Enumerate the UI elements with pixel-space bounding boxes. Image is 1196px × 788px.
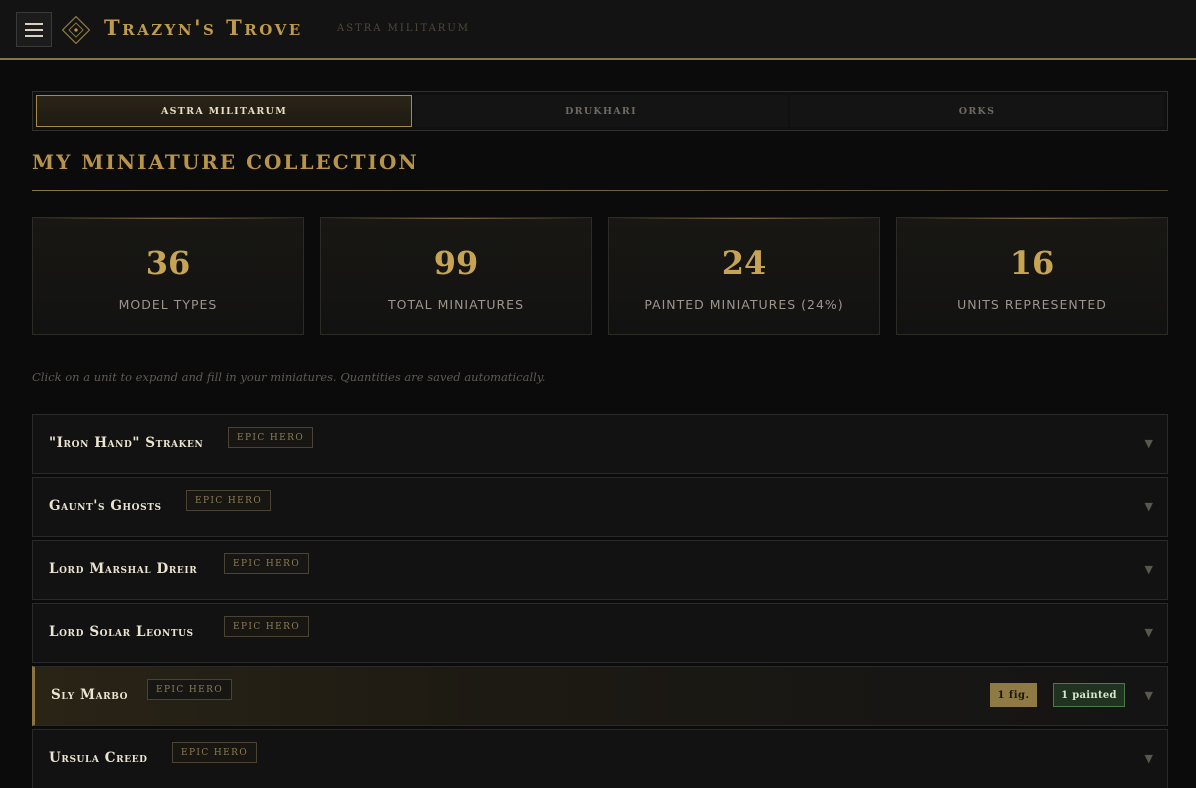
figure-count-badge: 1 fig. [990,683,1037,707]
faction-tabs: ASTRA MILITARUM DRUKHARI ORKS [32,91,1168,131]
painted-count-badge: 1 painted [1053,683,1125,707]
chevron-down-icon[interactable]: ▼ [1145,437,1153,450]
stat-value: 99 [433,244,479,282]
tab-orks[interactable]: ORKS [790,95,1164,127]
stat-label: MODEL TYPES [118,297,218,312]
stat-label: PAINTED MINIATURES (24%) [644,297,844,312]
unit-row-lord-solar-leontus[interactable]: Lord Solar Leontus EPIC HERO ▼ [32,603,1168,663]
unit-name: Sly Marbo [51,687,129,703]
diamond-emblem-icon [62,16,90,44]
hamburger-icon [25,22,43,25]
unit-name: "Iron Hand" Straken [49,435,204,451]
unit-row-sly-marbo[interactable]: Sly Marbo EPIC HERO 1 fig. 1 painted ▼ [32,666,1168,726]
unit-row-gaunts-ghosts[interactable]: Gaunt's Ghosts EPIC HERO ▼ [32,477,1168,537]
epic-hero-badge: EPIC HERO [172,742,258,763]
unit-row-iron-hand-straken[interactable]: "Iron Hand" Straken EPIC HERO ▼ [32,414,1168,474]
chevron-down-icon[interactable]: ▼ [1145,752,1153,765]
unit-row-ursula-creed[interactable]: Ursula Creed EPIC HERO ▼ [32,729,1168,788]
unit-name: Lord Solar Leontus [49,624,194,640]
menu-button[interactable] [16,12,52,47]
stat-card-total-miniatures: 99 TOTAL MINIATURES [320,217,592,335]
top-bar: Trazyn's Trove ASTRA MILITARUM [0,0,1196,60]
unit-row-lord-marshal-dreir[interactable]: Lord Marshal Dreir EPIC HERO ▼ [32,540,1168,600]
tab-drukhari[interactable]: DRUKHARI [414,95,788,127]
epic-hero-badge: EPIC HERO [224,553,310,574]
unit-name: Ursula Creed [49,750,148,766]
title-divider [32,190,1168,191]
epic-hero-badge: EPIC HERO [224,616,310,637]
page-title: MY MINIATURE COLLECTION [32,150,419,174]
tab-astra-militarum[interactable]: ASTRA MILITARUM [36,95,412,127]
unit-name: Gaunt's Ghosts [49,498,162,514]
epic-hero-badge: EPIC HERO [228,427,314,448]
stat-value: 16 [1009,244,1055,282]
stat-card-model-types: 36 MODEL TYPES [32,217,304,335]
chevron-down-icon[interactable]: ▼ [1145,626,1153,639]
stat-label: TOTAL MINIATURES [387,297,525,312]
instruction-text: Click on a unit to expand and fill in yo… [32,370,546,384]
app-title: Trazyn's Trove [104,15,303,40]
epic-hero-badge: EPIC HERO [186,490,272,511]
app-subtitle: ASTRA MILITARUM [337,23,470,34]
chevron-down-icon[interactable]: ▼ [1145,500,1153,513]
stat-card-painted-miniatures: 24 PAINTED MINIATURES (24%) [608,217,880,335]
epic-hero-badge: EPIC HERO [147,679,233,700]
stat-label: UNITS REPRESENTED [957,297,1107,312]
chevron-down-icon[interactable]: ▼ [1145,563,1153,576]
unit-name: Lord Marshal Dreir [49,561,198,577]
stat-value: 36 [145,244,191,282]
stat-card-units-represented: 16 UNITS REPRESENTED [896,217,1168,335]
stat-value: 24 [721,244,767,282]
chevron-down-icon[interactable]: ▼ [1145,689,1153,702]
